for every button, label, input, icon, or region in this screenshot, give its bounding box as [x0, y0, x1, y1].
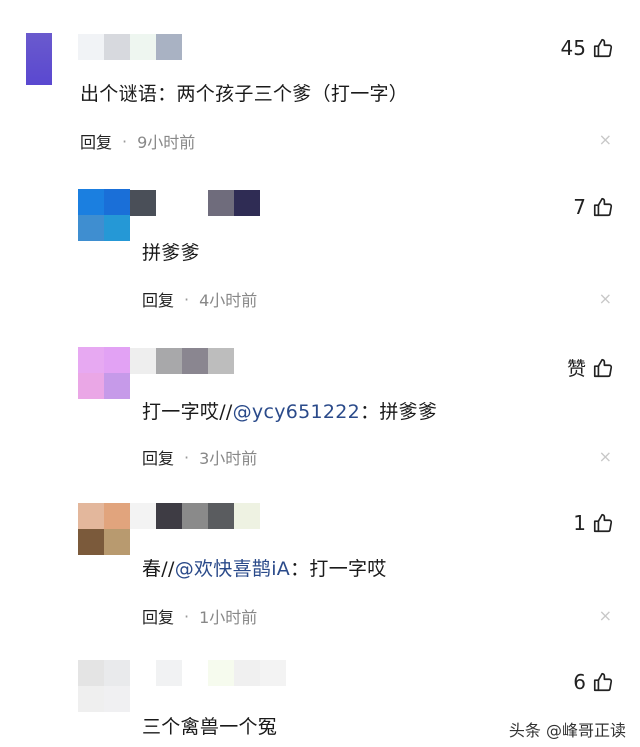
reply-button[interactable]: 回复 — [142, 604, 174, 628]
comment-2: 拼爹爹 回复 · 4小时前 7 × — [0, 170, 640, 330]
like-count: 45 — [560, 36, 586, 60]
like-button[interactable]: 7 — [573, 195, 614, 219]
text-suffix: ：拼爹爹 — [360, 401, 438, 423]
avatar[interactable] — [26, 33, 52, 85]
reply-button[interactable]: 回复 — [142, 287, 174, 311]
close-icon[interactable]: × — [599, 606, 612, 625]
close-icon[interactable]: × — [599, 130, 612, 149]
thumbs-up-icon — [593, 197, 613, 217]
text-prefix: 春// — [142, 558, 175, 580]
like-button[interactable]: 6 — [573, 670, 614, 694]
username-pixelated[interactable] — [130, 503, 260, 529]
thumbs-up-icon — [593, 672, 613, 692]
comment-text: 拼爹爹 — [142, 242, 200, 264]
timestamp: 4小时前 — [199, 291, 258, 310]
like-button[interactable]: 赞 — [567, 354, 614, 381]
comment-meta: 回复 · 1小时前 — [142, 604, 257, 628]
username-pixelated[interactable] — [130, 660, 286, 686]
avatar[interactable] — [78, 503, 130, 555]
avatar[interactable] — [78, 189, 130, 241]
comment-3: 打一字哎//@ycy651222：拼爹爹 回复 · 3小时前 赞 × — [0, 330, 640, 490]
comment-text: 春//@欢快喜鹊iA：打一字哎 — [142, 554, 387, 581]
timestamp: 1小时前 — [199, 608, 258, 627]
thumbs-up-icon — [593, 513, 613, 533]
username-pixelated[interactable] — [78, 34, 182, 60]
comment-text: 打一字哎//@ycy651222：拼爹爹 — [142, 397, 437, 424]
like-count: 6 — [573, 670, 586, 694]
thumbs-up-icon — [593, 358, 613, 377]
comment-meta: 回复 · 3小时前 — [142, 445, 257, 469]
close-icon[interactable]: × — [599, 289, 612, 308]
comment-4: 春//@欢快喜鹊iA：打一字哎 回复 · 1小时前 1 × — [0, 490, 640, 650]
like-count: 1 — [573, 511, 586, 535]
comment-meta: 回复 · 4小时前 — [142, 287, 257, 311]
thumbs-up-icon — [593, 38, 613, 58]
like-button[interactable]: 45 — [561, 36, 614, 60]
avatar[interactable] — [78, 660, 130, 712]
close-icon[interactable]: × — [599, 447, 612, 466]
like-button[interactable]: 1 — [573, 511, 614, 535]
like-count: 7 — [573, 195, 586, 219]
reply-button[interactable]: 回复 — [142, 445, 174, 469]
avatar[interactable] — [78, 347, 130, 399]
text-prefix: 打一字哎// — [142, 401, 233, 423]
comment-meta: 回复 · 9小时前 — [80, 129, 195, 153]
separator-dot: · — [184, 447, 190, 467]
comment-text: 出个谜语：两个孩子三个爹（打一字） — [80, 83, 409, 105]
separator-dot: · — [184, 289, 190, 309]
comment-1: 出个谜语：两个孩子三个爹（打一字） 回复 · 9小时前 45 × — [0, 0, 640, 170]
user-mention-link[interactable]: @欢快喜鹊iA — [175, 558, 290, 580]
username-pixelated[interactable] — [130, 348, 234, 374]
like-count: 赞 — [566, 358, 586, 380]
source-watermark: 头条 @峰哥正读 — [508, 721, 626, 740]
text-suffix: ：打一字哎 — [290, 558, 387, 580]
separator-dot: · — [122, 131, 128, 151]
comment-text: 三个禽兽一个冤 — [142, 716, 278, 738]
reply-button[interactable]: 回复 — [80, 129, 112, 153]
timestamp: 3小时前 — [199, 449, 258, 468]
user-mention-link[interactable]: @ycy651222 — [233, 401, 360, 423]
separator-dot: · — [184, 606, 190, 626]
timestamp: 9小时前 — [137, 133, 196, 152]
username-pixelated[interactable] — [130, 190, 260, 216]
